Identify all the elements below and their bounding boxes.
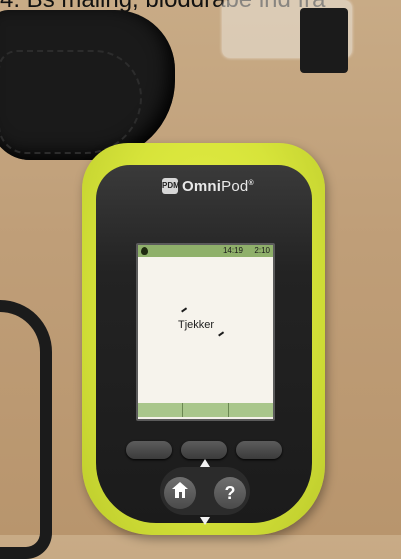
softkey-right-button[interactable] (236, 441, 282, 459)
omnipod-pdm-device: PDM OmniPod® 14:19 2:10 Tjekker ? (82, 143, 325, 535)
brand-registered-mark: ® (248, 179, 254, 187)
softkey-left-button[interactable] (126, 441, 172, 459)
checking-message: Tjekker (178, 319, 215, 331)
home-button[interactable] (164, 477, 196, 509)
screen-body: Tjekker (138, 257, 273, 403)
device-face: PDM OmniPod® 14:19 2:10 Tjekker ? (96, 165, 312, 525)
home-icon (172, 482, 188, 499)
brand-name-light: Pod (221, 177, 249, 195)
status-value: 2:10 (254, 246, 270, 255)
brand-badge-icon: PDM (162, 178, 180, 194)
status-time: 14:19 (222, 246, 243, 255)
device-screen: 14:19 2:10 Tjekker (136, 243, 275, 421)
blood-drop-icon (141, 247, 148, 255)
progress-tick-icon (181, 307, 187, 313)
wrist-strap (0, 300, 52, 559)
status-bar: 14:19 2:10 (138, 245, 273, 257)
navigation-pad: ? (160, 459, 250, 525)
brand-name: OmniPod® (182, 178, 254, 195)
progress-tick-icon (218, 331, 224, 337)
up-arrow-icon[interactable] (200, 459, 210, 467)
softkey-bar (138, 403, 273, 417)
brand-name-bold: Omni (182, 177, 222, 195)
softkey-middle-button[interactable] (181, 441, 227, 459)
help-icon: ? (224, 483, 236, 503)
softkey-middle-label (183, 403, 229, 417)
help-button[interactable]: ? (214, 477, 246, 509)
down-arrow-icon[interactable] (200, 517, 210, 525)
softkey-left-label (138, 403, 184, 417)
pouch-zipper (0, 50, 142, 154)
softkey-right-label (229, 403, 273, 417)
black-strip (300, 8, 348, 73)
black-pouch (0, 10, 175, 160)
brand-logo: PDM OmniPod® (162, 175, 272, 197)
